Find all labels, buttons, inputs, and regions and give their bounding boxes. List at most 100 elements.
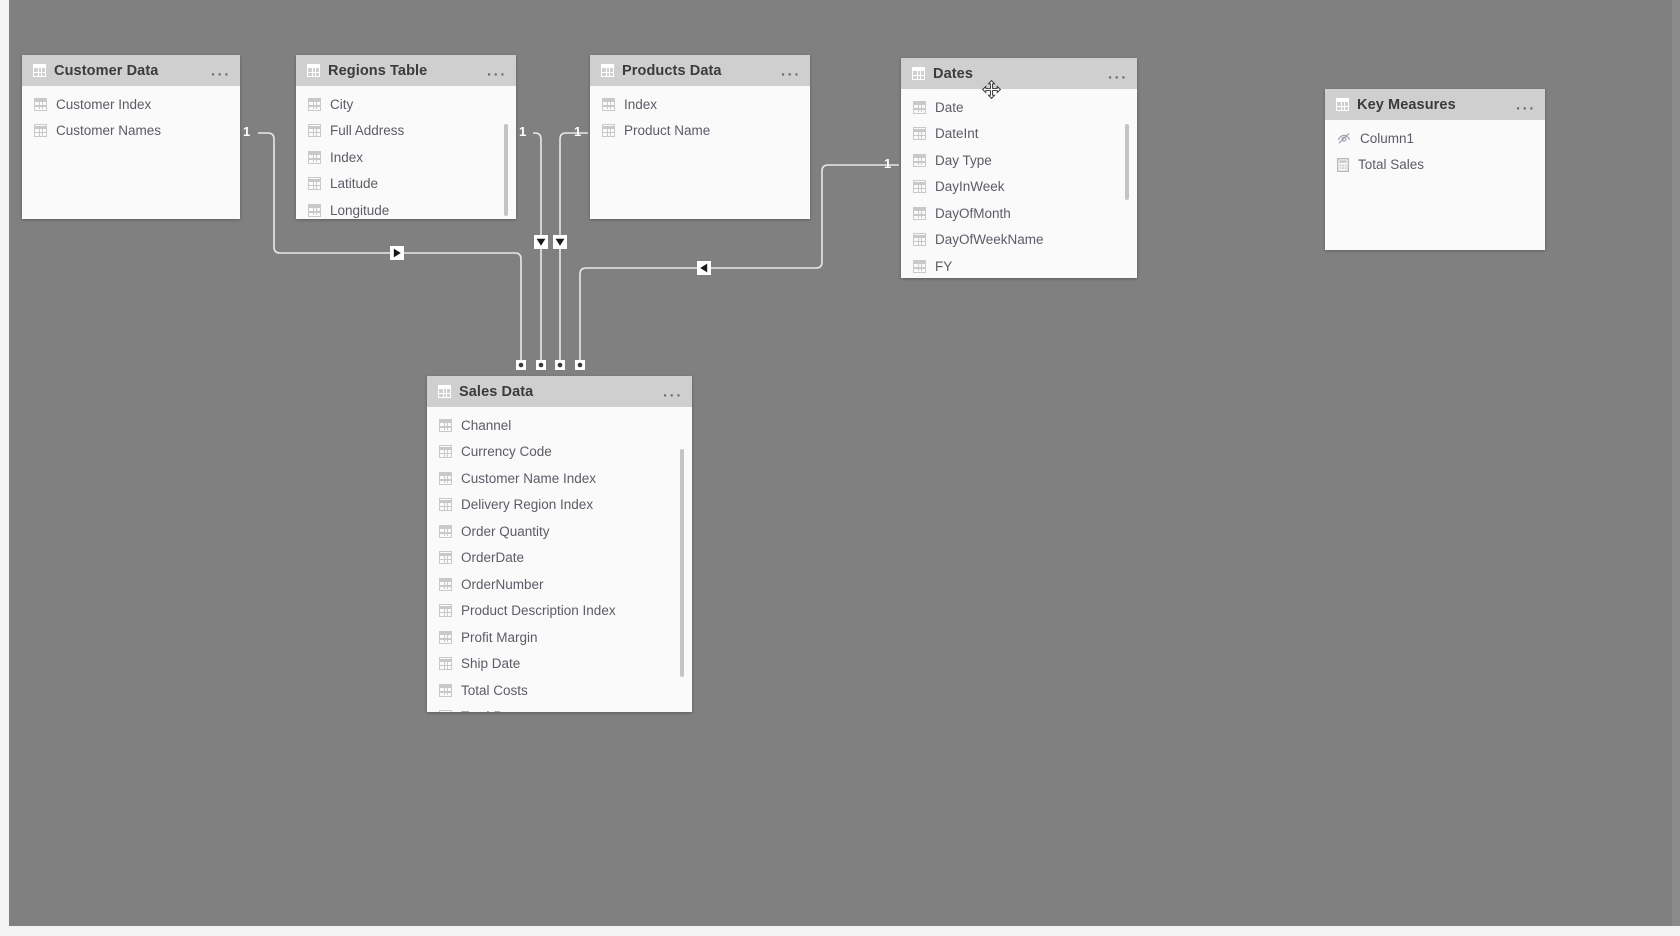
cardinality-label-one: 1: [243, 124, 251, 139]
field-label: Ship Date: [461, 656, 521, 672]
table-header-key-measures[interactable]: Key Measures...: [1325, 89, 1545, 120]
column-icon: [308, 124, 321, 138]
table-title: Sales Data: [459, 383, 534, 400]
table-more-options-button[interactable]: ...: [487, 63, 507, 78]
field-row[interactable]: Index: [296, 144, 516, 171]
field-row[interactable]: Profit Margin: [427, 624, 692, 651]
field-label: Total Costs: [461, 682, 528, 698]
table-title: Customer Data: [54, 62, 159, 79]
field-list-products-data: Index Product Name: [590, 86, 810, 144]
table-more-options-button[interactable]: ...: [781, 63, 801, 78]
field-row[interactable]: Column1: [1325, 125, 1545, 152]
table-card-products-data[interactable]: Products Data... Index Product Name: [590, 55, 810, 219]
field-label: Product Name: [624, 123, 711, 139]
field-label: FY: [935, 258, 953, 274]
field-row[interactable]: Longitude: [296, 197, 516, 219]
column-icon: [439, 630, 452, 644]
field-row[interactable]: Date: [901, 94, 1137, 121]
field-row[interactable]: Total Costs: [427, 677, 692, 704]
field-label: DayOfMonth: [935, 205, 1011, 221]
table-card-key-measures[interactable]: Key Measures... Column1 Total Sales: [1325, 89, 1545, 250]
model-view-canvas[interactable]: Customer Data... Customer Index Customer N…: [0, 0, 1680, 936]
field-row[interactable]: City: [296, 91, 516, 118]
field-label: Index: [624, 96, 658, 112]
field-row[interactable]: DayOfMonth: [901, 200, 1137, 227]
field-list-dates: Date DateInt Day Type DayInWeek DayOfMonth Da…: [901, 89, 1137, 278]
table-card-sales-data[interactable]: Sales Data... Channel Currency Code Custome…: [427, 376, 692, 712]
column-icon: [439, 551, 452, 565]
table-header-sales-data[interactable]: Sales Data...: [427, 376, 692, 407]
column-icon: [913, 259, 926, 273]
table-header-products-data[interactable]: Products Data...: [590, 55, 810, 86]
field-list-scrollbar[interactable]: [504, 124, 508, 216]
field-row[interactable]: DayInWeek: [901, 174, 1137, 201]
field-list-key-measures: Column1 Total Sales: [1325, 120, 1545, 178]
field-row[interactable]: Customer Names: [22, 118, 240, 145]
field-label: Customer Name Index: [461, 470, 597, 486]
field-row[interactable]: DateInt: [901, 121, 1137, 148]
column-icon: [913, 153, 926, 167]
table-card-dates[interactable]: Dates... Date DateInt Day Type DayInWeek DayO…: [901, 58, 1137, 278]
table-title: Dates: [933, 65, 973, 82]
field-label: Profit Margin: [461, 629, 538, 645]
field-row[interactable]: Order Quantity: [427, 518, 692, 545]
cardinality-label-one: 1: [574, 124, 582, 139]
field-label: Product Description Index: [461, 603, 616, 619]
field-list-scrollbar[interactable]: [680, 449, 684, 677]
table-icon: [601, 64, 614, 77]
table-more-options-button[interactable]: ...: [663, 384, 683, 399]
table-header-customer-data[interactable]: Customer Data...: [22, 55, 240, 86]
field-row[interactable]: Delivery Region Index: [427, 492, 692, 519]
table-card-regions-table[interactable]: Regions Table... City Full Address Index Lat…: [296, 55, 516, 219]
field-row[interactable]: Customer Name Index: [427, 465, 692, 492]
field-row[interactable]: Customer Index: [22, 91, 240, 118]
table-more-options-button[interactable]: ...: [1516, 97, 1536, 112]
cardinality-label-one: 1: [519, 124, 527, 139]
column-icon: [439, 710, 452, 712]
field-row[interactable]: Total Revenue: [427, 704, 692, 712]
table-title: Key Measures: [1357, 96, 1456, 113]
field-row[interactable]: Product Name: [590, 118, 810, 145]
field-row[interactable]: Currency Code: [427, 439, 692, 466]
field-row[interactable]: Channel: [427, 412, 692, 439]
field-list-scrollbar[interactable]: [1125, 124, 1129, 200]
measure-icon: [1337, 157, 1349, 172]
table-more-options-button[interactable]: ...: [211, 63, 231, 78]
field-row[interactable]: Total Sales: [1325, 152, 1545, 179]
table-header-dates[interactable]: Dates...: [901, 58, 1137, 89]
field-row[interactable]: DayOfWeekName: [901, 227, 1137, 254]
column-icon: [913, 206, 926, 220]
table-icon: [1336, 98, 1349, 111]
table-more-options-button[interactable]: ...: [1108, 66, 1128, 81]
field-label: Delivery Region Index: [461, 497, 594, 513]
field-label: City: [330, 96, 354, 112]
field-label: Total Revenue: [461, 709, 547, 712]
field-label: Channel: [461, 417, 512, 433]
field-label: Customer Names: [56, 123, 162, 139]
field-row[interactable]: OrderNumber: [427, 571, 692, 598]
column-icon: [602, 97, 615, 111]
relationship-rel-regions-sales[interactable]: [533, 132, 548, 370]
field-label: Order Quantity: [461, 523, 550, 539]
field-row[interactable]: Ship Date: [427, 651, 692, 678]
field-list-regions-table: City Full Address Index Latitude Longitude: [296, 86, 516, 219]
field-row[interactable]: OrderDate: [427, 545, 692, 572]
table-card-customer-data[interactable]: Customer Data... Customer Index Customer N…: [22, 55, 240, 219]
page-left-edge: [0, 0, 9, 936]
relationship-rel-products-sales[interactable]: [553, 132, 588, 370]
field-label: Longitude: [330, 202, 390, 218]
field-label: OrderDate: [461, 550, 525, 566]
field-row[interactable]: Index: [590, 91, 810, 118]
field-row[interactable]: Day Type: [901, 147, 1137, 174]
table-header-regions-table[interactable]: Regions Table...: [296, 55, 516, 86]
field-row[interactable]: Product Description Index: [427, 598, 692, 625]
field-row[interactable]: FY: [901, 253, 1137, 278]
column-icon: [913, 100, 926, 114]
column-icon: [439, 577, 452, 591]
field-list-sales-data: Channel Currency Code Customer Name Index D…: [427, 407, 692, 712]
page-bottom-edge: [0, 926, 1680, 936]
table-icon: [33, 64, 46, 77]
cardinality-label-one: 1: [884, 156, 892, 171]
field-row[interactable]: Latitude: [296, 171, 516, 198]
field-row[interactable]: Full Address: [296, 118, 516, 145]
